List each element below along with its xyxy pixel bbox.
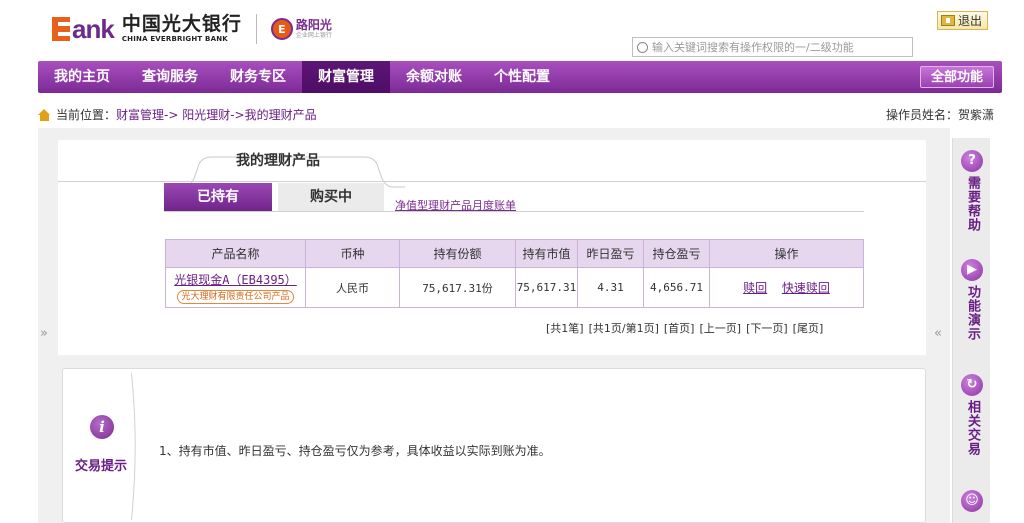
header: ank 中国光大银行 CHINA EVERBRIGHT BANK E 路阳光 企… (0, 0, 1024, 58)
pager-first[interactable]: [首页] (664, 320, 695, 336)
col-product: 产品名称 (165, 239, 306, 268)
sidebar-demo-label: 功能演示 (965, 285, 980, 341)
currency-cell: 人民币 (305, 267, 400, 308)
holdings-table: 产品名称 币种 持有份额 持有市值 昨日盈亏 持仓盈亏 操作 光银现金A（EB4… (165, 239, 864, 308)
operator-name: 贺紫潇 (957, 108, 994, 122)
col-currency: 币种 (305, 239, 400, 268)
breadcrumb-path[interactable]: 财富管理-> 阳光理财->我的理财产品 (116, 106, 317, 123)
sunshine-seal-icon: E (270, 18, 293, 40)
nav-item-finance[interactable]: 财务专区 (214, 61, 302, 93)
pager-last[interactable]: [尾页] (793, 320, 824, 336)
sidebar-item-help[interactable]: ? 需要帮助 (957, 150, 987, 232)
search-icon (637, 41, 648, 53)
logout-icon (941, 15, 955, 26)
operator-label: 操作员姓名： (885, 108, 958, 122)
search-box[interactable] (632, 37, 913, 57)
expand-left-icon[interactable]: » (40, 326, 48, 341)
breadcrumb-prefix: 当前位置： (56, 108, 117, 122)
logout-button[interactable]: 退出 (937, 11, 989, 30)
main-nav: 我的主页 查询服务 财务专区 财富管理 余额对账 个性配置 全部功能 (38, 61, 1002, 93)
right-sidebar: ? 需要帮助 ▶ 功能演示 ↻ 相关交易 ☺ (952, 138, 990, 523)
sidebar-help-label: 需要帮助 (965, 176, 980, 232)
transaction-tips: i 交易提示 1、持有市值、昨日盈亏、持仓盈亏仅为参考，具体收益以实际到账为准。 (62, 368, 926, 523)
info-icon: i (90, 415, 114, 439)
logo-cn-name: 中国光大银行 (121, 13, 242, 35)
logout-label: 退出 (958, 14, 983, 28)
sunshine-logo: E 路阳光 企业网上银行 (270, 18, 332, 40)
col-yesterday-pl: 昨日盈亏 (577, 239, 644, 268)
operator-info: 操作员姓名：贺紫潇 (886, 106, 994, 123)
pager-pages: [共1页/第1页] (588, 322, 659, 335)
logo-ank-text: ank (72, 13, 115, 44)
sidebar-item-related[interactable]: ↻ 相关交易 (957, 374, 987, 456)
bank-logo[interactable]: ank 中国光大银行 CHINA EVERBRIGHT BANK E 路阳光 企… (52, 12, 332, 46)
tips-divider (130, 372, 136, 521)
play-icon: ▶ (961, 259, 983, 281)
logo-divider (255, 14, 257, 44)
tabs-bottom-line (164, 211, 864, 212)
logo-en-name: CHINA EVERBRIGHT BANK (121, 35, 228, 43)
shares-cell: 75,617.31份 (399, 267, 516, 308)
col-market-value: 持有市值 (515, 239, 578, 268)
nav-item-wealth[interactable]: 财富管理 (302, 61, 390, 93)
col-actions: 操作 (709, 239, 864, 268)
tips-text: 1、持有市值、昨日盈亏、持仓盈亏仅为参考，具体收益以实际到账为准。 (159, 444, 551, 458)
help-icon: ? (961, 150, 983, 172)
quick-redeem-link[interactable]: 快速赎回 (782, 281, 830, 295)
nav-item-balance[interactable]: 余额对账 (390, 61, 478, 93)
logo-e-mark (52, 17, 70, 41)
yesterday-pl-cell: 4.31 (577, 267, 644, 308)
sunshine-text: 路阳光 企业网上银行 (296, 19, 332, 39)
page-title: 我的理财产品 (236, 153, 320, 169)
sidebar-related-label: 相关交易 (965, 400, 980, 456)
actions-cell: 赎回 快速赎回 (709, 267, 864, 308)
nav-item-personal[interactable]: 个性配置 (478, 61, 566, 93)
pager-total: [共1笔] (546, 322, 584, 335)
product-cell: 光银现金A（EB4395） 光大理财有限责任公司产品 (165, 267, 306, 308)
all-functions-button[interactable]: 全部功能 (919, 66, 994, 88)
table-row: 光银现金A（EB4395） 光大理财有限责任公司产品 人民币 75,617.31… (165, 267, 864, 308)
main-panel: » « 我的理财产品 已持有 购买中 净值型理财产品月度账单 产品名称 币种 持… (38, 128, 950, 523)
refresh-icon: ↻ (961, 374, 983, 396)
search-input[interactable] (652, 40, 912, 54)
pager-prev[interactable]: [上一页] (699, 320, 741, 336)
content-card: 我的理财产品 已持有 购买中 净值型理财产品月度账单 产品名称 币种 持有份额 … (58, 140, 926, 355)
col-shares: 持有份额 (399, 239, 516, 268)
table-header-row: 产品名称 币种 持有份额 持有市值 昨日盈亏 持仓盈亏 操作 (165, 239, 864, 268)
smile-icon: ☺ (961, 490, 983, 512)
market-value-cell: 75,617.31 (515, 267, 578, 308)
redeem-link[interactable]: 赎回 (743, 281, 767, 295)
collapse-right-icon[interactable]: « (934, 326, 942, 341)
tab-buying[interactable]: 购买中 (278, 183, 384, 211)
tab-underline (58, 181, 926, 182)
tips-label: 交易提示 (75, 459, 128, 474)
product-name-link[interactable]: 光银现金A（EB4395） (166, 271, 305, 288)
position-pl-cell: 4,656.71 (643, 267, 710, 308)
nav-item-query[interactable]: 查询服务 (126, 61, 214, 93)
product-issuer-badge: 光大理财有限责任公司产品 (177, 290, 294, 304)
sunshine-title: 路阳光 (295, 18, 332, 32)
pager: [共1笔] [共1页/第1页] [首页] [上一页] [下一页] [尾页] (546, 320, 823, 336)
sidebar-item-service[interactable]: ☺ (957, 490, 987, 512)
pager-next[interactable]: [下一页] (746, 320, 788, 336)
col-position-pl: 持仓盈亏 (643, 239, 710, 268)
breadcrumb: 当前位置： 财富管理-> 阳光理财->我的理财产品 (38, 106, 317, 123)
sunshine-subtitle: 企业网上银行 (295, 32, 332, 39)
tab-held[interactable]: 已持有 (164, 183, 272, 211)
nav-item-home[interactable]: 我的主页 (38, 61, 126, 93)
logo-bank-name: 中国光大银行 CHINA EVERBRIGHT BANK (122, 15, 242, 43)
sidebar-item-demo[interactable]: ▶ 功能演示 (957, 259, 987, 341)
home-icon[interactable] (38, 108, 51, 121)
